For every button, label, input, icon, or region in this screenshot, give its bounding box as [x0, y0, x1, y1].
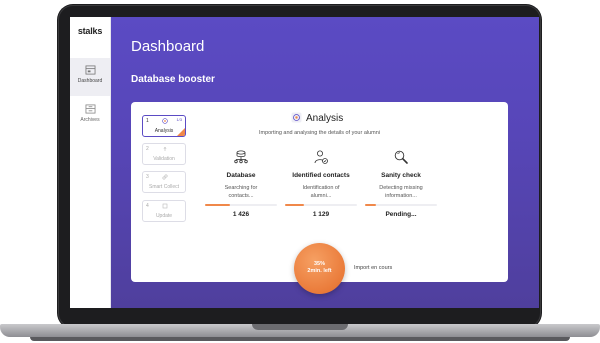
step-number: 4 [146, 203, 149, 209]
link-icon [162, 174, 168, 180]
metric-value: 1 129 [312, 211, 330, 218]
progress-percent: 35% [313, 261, 325, 267]
laptop-notch [252, 324, 348, 330]
step-smart-collect[interactable]: 3 Smart Collect [142, 171, 186, 193]
step-number: 3 [146, 174, 149, 180]
metric-database: Database Searching for contacts... 1 426 [201, 149, 281, 218]
sidebar-item-label: Dashboard [77, 78, 103, 84]
metric-identified-contacts: Identified contacts Identification of al… [281, 149, 361, 218]
sidebar-item-archives[interactable]: Archives [70, 100, 110, 132]
step-validation[interactable]: 2 Validation [142, 143, 186, 165]
analysis-subtitle: Importing and analysing the details of y… [258, 130, 381, 136]
step-update[interactable]: 4 Update [142, 200, 186, 222]
metric-description-line: information... [385, 193, 417, 199]
metric-description-line: alumni... [310, 193, 332, 199]
step-number: 1 [146, 118, 149, 124]
app-screen: stalks Dashboard Archives Dashboard Data… [70, 17, 539, 308]
analysis-icon [162, 118, 168, 124]
import-status-text: Import en cours [354, 265, 393, 271]
metric-description-line: Searching for [224, 185, 258, 191]
sidebar-item-label: Archives [80, 117, 100, 123]
metric-title: Identified contacts [292, 172, 350, 179]
metric-description-line: Identification of [302, 185, 340, 191]
database-icon [234, 150, 248, 164]
step-number: 2 [146, 146, 149, 152]
metric-description: Identification of alumni... [281, 184, 361, 200]
metric-progress-fill [285, 204, 305, 206]
progress-time-left: 2min. left [307, 268, 332, 274]
magnifier-icon [394, 150, 408, 164]
metric-description: Searching for contacts... [201, 184, 281, 200]
metric-progress-bar [205, 204, 277, 206]
step-label: Update [155, 213, 173, 219]
app-logo[interactable]: stalks [70, 26, 110, 36]
step-label: Validation [153, 156, 175, 162]
step-count: 1/3 [176, 117, 182, 122]
metric-description-line: Detecting missing [379, 185, 423, 191]
sidebar: stalks Dashboard Archives [70, 17, 111, 308]
document-icon [162, 203, 168, 209]
metric-description: Detecting missing information... [361, 184, 441, 200]
analysis-title: Analysis [306, 113, 344, 124]
metric-progress-bar [285, 204, 357, 206]
metric-sanity-check: Sanity check Detecting missing informati… [361, 149, 441, 218]
section-title: Database booster [131, 74, 215, 85]
step-label: Smart Collect [148, 184, 179, 190]
user-check-icon [314, 150, 328, 164]
analysis-header-icon [291, 112, 302, 123]
metric-description-line: contacts... [228, 193, 254, 199]
metric-progress-fill [365, 204, 376, 206]
database-booster-card: 1 1/3 Analysis 2 Validation 3 Smart Coll… [131, 102, 508, 294]
metric-value: 1 426 [232, 211, 250, 218]
page-title: Dashboard [131, 38, 205, 55]
metric-progress-bar [365, 204, 437, 206]
dashboard-icon [85, 65, 95, 75]
sidebar-item-dashboard[interactable]: Dashboard [70, 58, 110, 96]
metric-title: Database [226, 172, 256, 179]
import-progress-circle: 35% 2min. left [294, 243, 345, 294]
metric-progress-fill [205, 204, 231, 206]
upload-icon [163, 146, 167, 151]
archives-icon [85, 104, 95, 114]
laptop-foot [30, 337, 570, 341]
metric-title: Sanity check [381, 172, 421, 179]
metric-value: Pending... [385, 211, 417, 218]
